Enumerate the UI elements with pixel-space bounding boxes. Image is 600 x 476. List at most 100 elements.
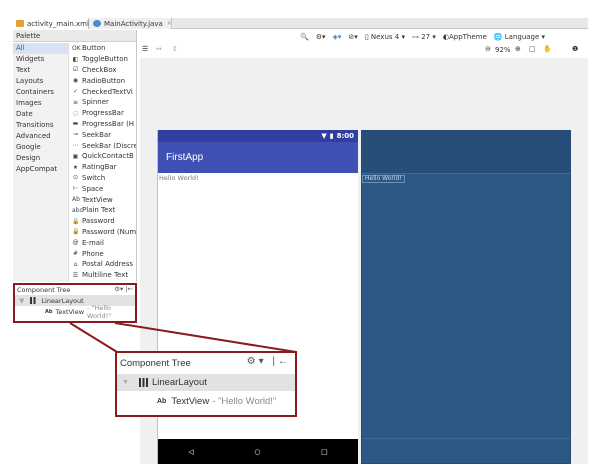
category-advanced[interactable]: Advanced: [13, 131, 68, 142]
palette-widget-item[interactable]: ◷Time: [70, 281, 136, 283]
home-icon: ○: [254, 447, 261, 456]
editor-tab-bar: activity_main.xml × MainActivity.java ×: [13, 18, 588, 29]
category-appcompat[interactable]: AppCompat: [13, 164, 68, 175]
tab-main-activity[interactable]: MainActivity.java ×: [90, 18, 172, 29]
linear-layout-icon: [30, 297, 38, 304]
category-widgets[interactable]: Widgets: [13, 54, 68, 65]
horizontal-resize-icon[interactable]: ↔: [156, 45, 162, 53]
wifi-icon: ▼: [321, 132, 327, 140]
palette-widget-item[interactable]: ⌂ Postal Address: [70, 259, 136, 270]
callout-node-label: LinearLayout: [151, 377, 207, 388]
orientation-icon[interactable]: ⊘▾: [348, 33, 357, 41]
widget-icon: ☑: [72, 66, 79, 74]
callout-tools[interactable]: ⚙▾ |←: [247, 356, 291, 367]
design-toolbar: 🔍 ⚙▾ ◈▾ ⊘▾ ▯ Nexus 4 ▾ ⊶ 27 ▾ ◐AppTheme …: [140, 30, 588, 43]
widget-icon: ⊙: [72, 174, 79, 182]
palette-widget-item[interactable]: 🔒 Password (Num: [70, 227, 136, 238]
widget-label: TextView: [82, 195, 113, 204]
category-layouts[interactable]: Layouts: [13, 76, 68, 87]
palette-widget-item[interactable]: ▬ ProgressBar (H: [70, 119, 136, 130]
widget-label: CheckBox: [82, 65, 117, 74]
component-tree-tools[interactable]: ⚙▾ |←: [114, 285, 133, 293]
widget-icon: ☰: [72, 271, 79, 279]
close-icon[interactable]: ×: [167, 20, 172, 27]
category-all[interactable]: All: [13, 43, 68, 54]
palette-widget-item[interactable]: ◌ ProgressBar: [70, 108, 136, 119]
widget-label: E-mail: [82, 238, 104, 247]
widget-label: Password (Num: [82, 227, 136, 236]
palette-widget-item[interactable]: ✓ CheckedTextVi: [70, 86, 136, 97]
language-selector[interactable]: 🌐 Language ▾: [494, 33, 545, 41]
palette-widget-item[interactable]: ≡ Spinner: [70, 97, 136, 108]
widget-label: Button: [82, 44, 106, 53]
category-google[interactable]: Google: [13, 142, 68, 153]
callout-node-textview[interactable]: Ab TextView - "Hello World!": [117, 391, 295, 411]
category-text[interactable]: Text: [13, 65, 68, 76]
widget-icon: ◧: [72, 55, 79, 63]
widget-icon: 🔒: [72, 217, 80, 225]
widget-icon: ◉: [72, 77, 79, 85]
palette-categories: All Widgets Text Layouts Containers Imag…: [13, 43, 69, 282]
blueprint-nav-bar: [362, 438, 570, 463]
search-icon[interactable]: 🔍: [300, 33, 309, 41]
palette-widget-item[interactable]: ⋯ SeekBar (Discre: [70, 140, 137, 151]
widget-label: RadioButton: [82, 76, 126, 85]
category-design[interactable]: Design: [13, 153, 68, 164]
palette-widget-list: OK Button ◧ ToggleButton ☑ CheckBox ◉ RadioButt…: [70, 43, 136, 282]
widget-icon: ★: [72, 163, 79, 171]
layers-icon[interactable]: ◈▾: [333, 33, 342, 41]
palette-widget-item[interactable]: 🔒 Password: [70, 216, 136, 227]
palette-widget-item[interactable]: ⊢ Space: [70, 183, 136, 194]
palette-widget-item[interactable]: ◉ RadioButton: [70, 75, 136, 86]
zoom-out-icon[interactable]: ⊖: [485, 45, 491, 53]
widget-label: ProgressBar: [82, 109, 124, 118]
theme-selector[interactable]: ◐AppTheme: [443, 33, 487, 41]
fit-screen-icon[interactable]: ▢: [529, 45, 536, 53]
pan-icon[interactable]: ✋: [543, 45, 552, 53]
palette-widget-item[interactable]: Ab TextView: [70, 194, 136, 205]
linear-layout-icon: [138, 378, 148, 387]
vertical-resize-icon[interactable]: ↕: [172, 45, 178, 53]
widget-icon: ⌂: [73, 260, 78, 268]
widget-label: ToggleButton: [82, 55, 128, 64]
category-transitions[interactable]: Transitions: [13, 120, 68, 131]
tab-activity-main[interactable]: activity_main.xml ×: [13, 18, 98, 29]
category-date[interactable]: Date: [13, 109, 68, 120]
palette-widget-item[interactable]: ◧ ToggleButton: [70, 54, 136, 65]
palette-widget-item[interactable]: ⊸ SeekBar: [70, 129, 136, 140]
battery-icon: ▮: [329, 132, 334, 140]
expand-triangle-icon[interactable]: ▼: [19, 297, 24, 305]
palette-widget-item[interactable]: ▣ QuickContactB: [70, 151, 136, 162]
hello-world-textview[interactable]: Hello World!: [158, 173, 358, 183]
palette-widget-item[interactable]: ☰ Multiline Text: [70, 270, 136, 281]
widget-label: CheckedTextVi: [82, 87, 133, 96]
palette-widget-item[interactable]: abc Plain Text: [70, 205, 136, 216]
widget-icon: ≡: [72, 98, 79, 106]
palette-widget-item[interactable]: OK Button: [70, 43, 136, 54]
back-icon: ◁: [188, 447, 194, 456]
palette-widget-item[interactable]: @ E-mail: [70, 237, 136, 248]
warning-icon[interactable]: ❶: [572, 45, 578, 53]
blueprint-textview[interactable]: Hello World!: [362, 175, 405, 183]
palette-widget-item[interactable]: # Phone: [70, 248, 136, 259]
expand-triangle-icon[interactable]: ▼: [122, 379, 129, 386]
recents-icon: □: [321, 447, 328, 456]
menu-icon[interactable]: ☰: [142, 45, 148, 53]
palette-widget-item[interactable]: ☑ CheckBox: [70, 65, 136, 76]
widget-icon: 🔒: [72, 228, 80, 236]
component-tree-panel: Component Tree ⚙▾ |← ▼ LinearLayout Ab T…: [13, 283, 137, 323]
category-images[interactable]: Images: [13, 98, 68, 109]
tree-node-textview[interactable]: Ab TextView - "Hello World!": [15, 304, 135, 320]
view-toolbar: ☰ ↔ ↕ ⊖ 92% ⊕ ▢ ✋ ❶: [140, 44, 588, 57]
widget-icon: ✓: [72, 88, 79, 96]
category-containers[interactable]: Containers: [13, 87, 68, 98]
api-selector[interactable]: ⊶ 27 ▾: [412, 33, 436, 41]
palette-widget-item[interactable]: ⊙ Switch: [70, 173, 136, 184]
settings-icon[interactable]: ⚙▾: [316, 33, 326, 41]
zoom-in-icon[interactable]: ⊕: [515, 45, 521, 53]
palette-widget-item[interactable]: ★ RatingBar: [70, 162, 136, 173]
callout-node-linearlayout[interactable]: ▼ LinearLayout: [117, 374, 295, 391]
widget-icon: @: [72, 239, 79, 247]
device-selector[interactable]: ▯ Nexus 4 ▾: [365, 33, 405, 41]
blueprint-app-bar: [362, 131, 570, 174]
